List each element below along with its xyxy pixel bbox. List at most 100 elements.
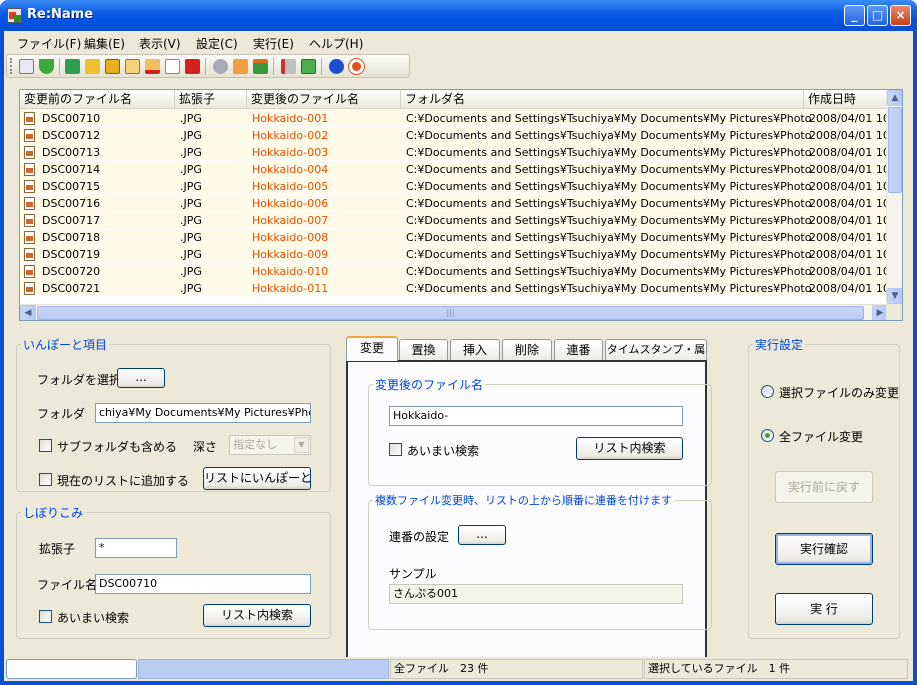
horizontal-scroll-thumb[interactable]: ||| — [37, 306, 864, 320]
down-arrow-icon[interactable] — [39, 59, 54, 74]
include-subfolders-checkbox[interactable] — [39, 439, 52, 452]
scroll-left-icon[interactable]: ◀ — [20, 305, 36, 320]
status-selected-files: 選択しているファイル 1 件 — [644, 659, 908, 679]
table-row[interactable]: DSC00713 .JPG Hokkaido-003 C:¥Documents and… — [20, 144, 888, 161]
cell-original-name: DSC00715 — [42, 180, 101, 193]
table-row[interactable]: DSC00714 .JPG Hokkaido-004 C:¥Documents and… — [20, 161, 888, 178]
new-name-field[interactable]: Hokkaido- — [389, 406, 683, 426]
undo-icon[interactable] — [65, 59, 80, 74]
filename-filter-field[interactable]: DSC00710 — [95, 574, 311, 594]
toolbar-grip[interactable] — [10, 58, 13, 74]
add-to-list-checkbox[interactable] — [39, 473, 52, 486]
import-group: いんぽーと項目 フォルダを選択 ... フォルダ chiya¥My Docume… — [16, 336, 331, 492]
menu-bar: ファイル(F) 編集(E) 表示(V) 設定(C) 実行(E) ヘルプ(H) — [4, 31, 913, 53]
cell-new-name: Hokkaido-003 — [252, 146, 329, 159]
delete-row-icon[interactable] — [145, 59, 160, 74]
tab-serial[interactable]: 連番 — [554, 339, 603, 360]
info-icon[interactable] — [329, 59, 344, 74]
close-button[interactable]: × — [890, 5, 911, 26]
cell-created: 2008/04/01 10 — [809, 214, 888, 227]
export-icon[interactable] — [301, 59, 316, 74]
list-view-icon[interactable] — [125, 59, 140, 74]
serial-setting-button[interactable]: ... — [458, 525, 506, 545]
depth-label: 深さ — [193, 440, 218, 454]
column-header-created[interactable]: 作成日時 — [804, 90, 888, 108]
folder-refresh-icon[interactable] — [105, 59, 120, 74]
cell-created: 2008/04/01 10 — [809, 265, 888, 278]
import-group-legend: いんぽーと項目 — [23, 338, 108, 352]
pointer-icon[interactable] — [233, 59, 248, 74]
settings-gear-icon[interactable] — [213, 59, 228, 74]
horizontal-scrollbar[interactable]: ◀ ||| ▶ — [20, 304, 888, 320]
browse-folder-button[interactable]: ... — [117, 368, 165, 388]
table-row[interactable]: DSC00720 .JPG Hokkaido-010 C:¥Documents and… — [20, 263, 888, 280]
tab-replace[interactable]: 置換 — [399, 339, 448, 360]
run-confirm-button[interactable]: 実行確認 — [775, 533, 873, 565]
folder-grid-icon[interactable] — [85, 59, 100, 74]
cell-folder: C:¥Documents and Settings¥Tsuchiya¥My Do… — [406, 146, 812, 159]
scroll-down-icon[interactable]: ▼ — [887, 288, 902, 304]
table-row[interactable]: DSC00712 .JPG Hokkaido-002 C:¥Documents and… — [20, 127, 888, 144]
minimize-button[interactable]: _ — [844, 5, 865, 26]
title-bar[interactable]: Re:Name _ □ × — [0, 0, 917, 31]
file-icon — [24, 231, 35, 244]
tab-change[interactable]: 変更 — [346, 336, 398, 361]
scroll-up-icon[interactable]: ▲ — [887, 90, 902, 106]
filename-label: ファイル名 — [37, 578, 98, 592]
table-row[interactable]: DSC00710 .JPG Hokkaido-001 C:¥Documents and… — [20, 110, 888, 127]
menu-run[interactable]: 実行(E) — [253, 35, 294, 52]
tools-icon[interactable] — [281, 59, 296, 74]
menu-view[interactable]: 表示(V) — [139, 35, 181, 52]
cell-folder: C:¥Documents and Settings¥Tsuchiya¥My Do… — [406, 180, 812, 193]
copy-icon[interactable] — [19, 59, 34, 74]
help-lifebuoy-icon[interactable] — [349, 59, 364, 74]
cell-folder: C:¥Documents and Settings¥Tsuchiya¥My Do… — [406, 129, 812, 142]
table-row[interactable]: DSC00717 .JPG Hokkaido-007 C:¥Documents and… — [20, 212, 888, 229]
new-name-fuzzy-checkbox[interactable] — [389, 443, 402, 456]
menu-help[interactable]: ヘルプ(H) — [309, 35, 363, 52]
vertical-scroll-thumb[interactable] — [888, 107, 902, 193]
tab-insert[interactable]: 挿入 — [450, 339, 500, 360]
undo-before-run-button[interactable]: 実行前に戻す — [775, 471, 873, 503]
column-header-folder[interactable]: フォルダ名 — [401, 90, 804, 108]
delete-icon[interactable] — [185, 59, 200, 74]
toolbar-separator — [205, 58, 206, 75]
all-files-radio[interactable] — [761, 429, 774, 442]
cell-original-name: DSC00712 — [42, 129, 101, 142]
depth-select[interactable]: 指定なし ▼ — [229, 435, 311, 455]
filter-search-button[interactable]: リスト内検索 — [203, 604, 311, 627]
menu-edit[interactable]: 編集(E) — [84, 35, 125, 52]
paste-icon[interactable] — [165, 59, 180, 74]
filter-fuzzy-label: あいまい検索 — [57, 611, 130, 625]
column-header-extension[interactable]: 拡張子 — [175, 90, 247, 108]
folder-path-field[interactable]: chiya¥My Documents¥My Pictures¥Photo — [95, 403, 311, 423]
column-header-new-name[interactable]: 変更後のファイル名 — [247, 90, 401, 108]
new-name-group: 変更後のファイル名 Hokkaido- あいまい検索 リスト内検索 — [368, 376, 712, 486]
table-row[interactable]: DSC00718 .JPG Hokkaido-008 C:¥Documents and… — [20, 229, 888, 246]
file-list[interactable]: 変更前のファイル名 拡張子 変更後のファイル名 フォルダ名 作成日時 DSC00… — [19, 89, 903, 321]
add-to-list-label: 現在のリストに追加する — [57, 474, 190, 488]
filter-fuzzy-checkbox[interactable] — [39, 610, 52, 623]
status-bar: 全ファイル 23 件 選択しているファイル 1 件 — [4, 657, 913, 681]
table-row[interactable]: DSC00716 .JPG Hokkaido-006 C:¥Documents and… — [20, 195, 888, 212]
table-row[interactable]: DSC00715 .JPG Hokkaido-005 C:¥Documents and… — [20, 178, 888, 195]
column-header-original-name[interactable]: 変更前のファイル名 — [20, 90, 175, 108]
import-to-list-button[interactable]: リストにいんぽーと — [203, 467, 312, 490]
swap-icon[interactable] — [253, 59, 268, 74]
tab-timestamp[interactable]: タイムスタンプ・属性 — [605, 339, 707, 376]
exec-settings-group: 実行設定 選択ファイルのみ変更 全ファイル変更 実行前に戻す 実行確認 実 行 — [748, 336, 900, 639]
extension-filter-field[interactable]: * — [95, 538, 177, 558]
table-row[interactable]: DSC00721 .JPG Hokkaido-011 C:¥Documents and… — [20, 280, 888, 297]
tab-delete[interactable]: 削除 — [502, 339, 552, 360]
menu-settings[interactable]: 設定(C) — [196, 35, 238, 52]
table-row[interactable]: DSC00719 .JPG Hokkaido-009 C:¥Documents and… — [20, 246, 888, 263]
cell-original-name: DSC00718 — [42, 231, 101, 244]
new-name-search-button[interactable]: リスト内検索 — [576, 437, 683, 460]
cell-original-name: DSC00721 — [42, 282, 101, 295]
cell-created: 2008/04/01 10 — [809, 146, 888, 159]
run-button[interactable]: 実 行 — [775, 593, 873, 625]
selected-only-radio[interactable] — [761, 385, 774, 398]
maximize-button[interactable]: □ — [867, 5, 888, 26]
vertical-scrollbar[interactable]: ▲ ▼ — [886, 90, 902, 304]
menu-file[interactable]: ファイル(F) — [17, 35, 81, 52]
